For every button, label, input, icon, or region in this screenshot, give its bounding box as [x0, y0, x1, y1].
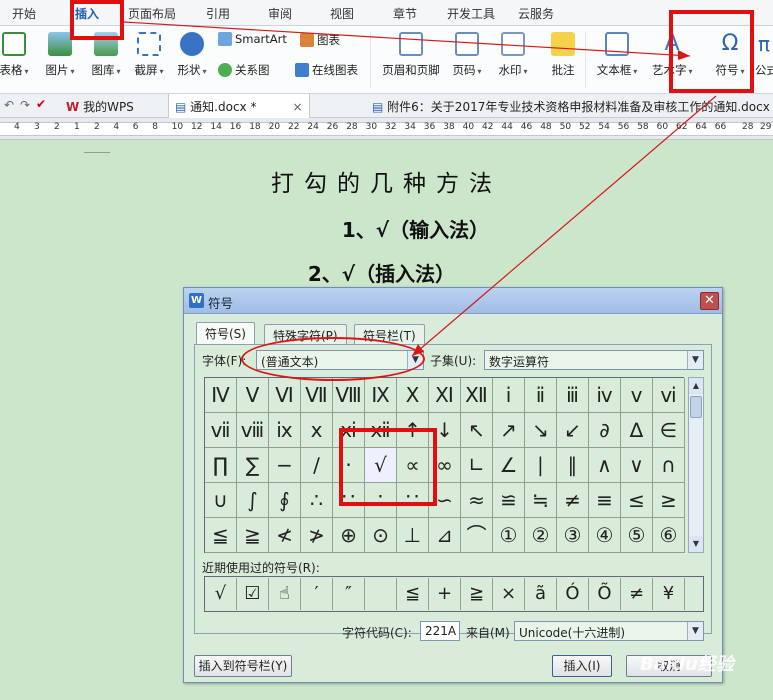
annotation-arrows: [123, 21, 717, 357]
watermark-text: Baidu经验: [640, 654, 734, 675]
